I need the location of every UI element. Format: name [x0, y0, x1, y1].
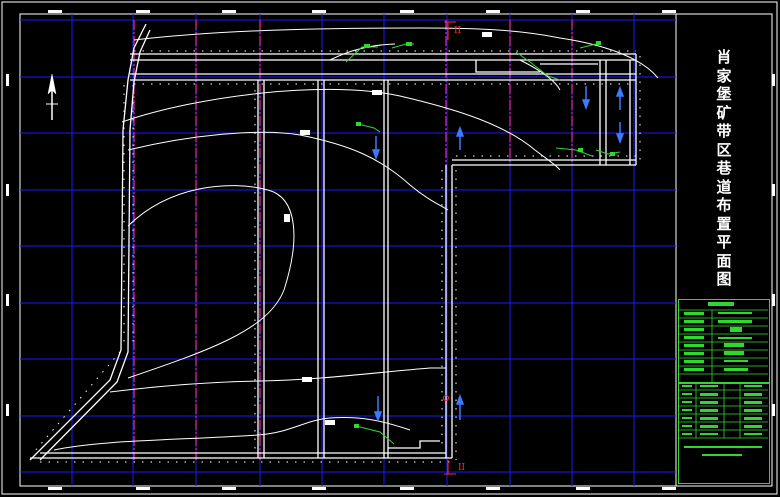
north-arrow-icon	[46, 73, 58, 120]
title-char: 肖	[716, 48, 732, 66]
seam-contours	[53, 27, 659, 451]
annotation-markers	[354, 41, 615, 428]
mine-roadway-plan-drawing	[1, 1, 778, 495]
drawing-title: 肖家堡矿带区巷道布置平面图	[700, 48, 748, 289]
title-char: 图	[716, 270, 732, 288]
boundary-lines	[133, 20, 573, 460]
title-char: 道	[716, 177, 732, 196]
title-char: 面	[716, 251, 732, 270]
title-char: 矿	[716, 103, 732, 122]
title-char: 布	[716, 196, 732, 214]
coordinate-grid	[20, 14, 676, 486]
title-char: 家	[716, 66, 732, 85]
outer-frame	[1, 1, 778, 495]
section-mark-top: II	[454, 26, 462, 36]
section-mark-bottom: II	[458, 463, 466, 473]
title-char: 置	[716, 214, 732, 233]
title-char: 堡	[716, 85, 732, 103]
annotation-leaders	[345, 43, 621, 445]
legend-box	[678, 299, 770, 384]
title-char: 带	[716, 122, 732, 140]
title-char: 平	[716, 233, 732, 251]
title-block-box	[678, 382, 770, 484]
title-char: 区	[716, 140, 732, 159]
title-char: 巷	[716, 159, 732, 177]
